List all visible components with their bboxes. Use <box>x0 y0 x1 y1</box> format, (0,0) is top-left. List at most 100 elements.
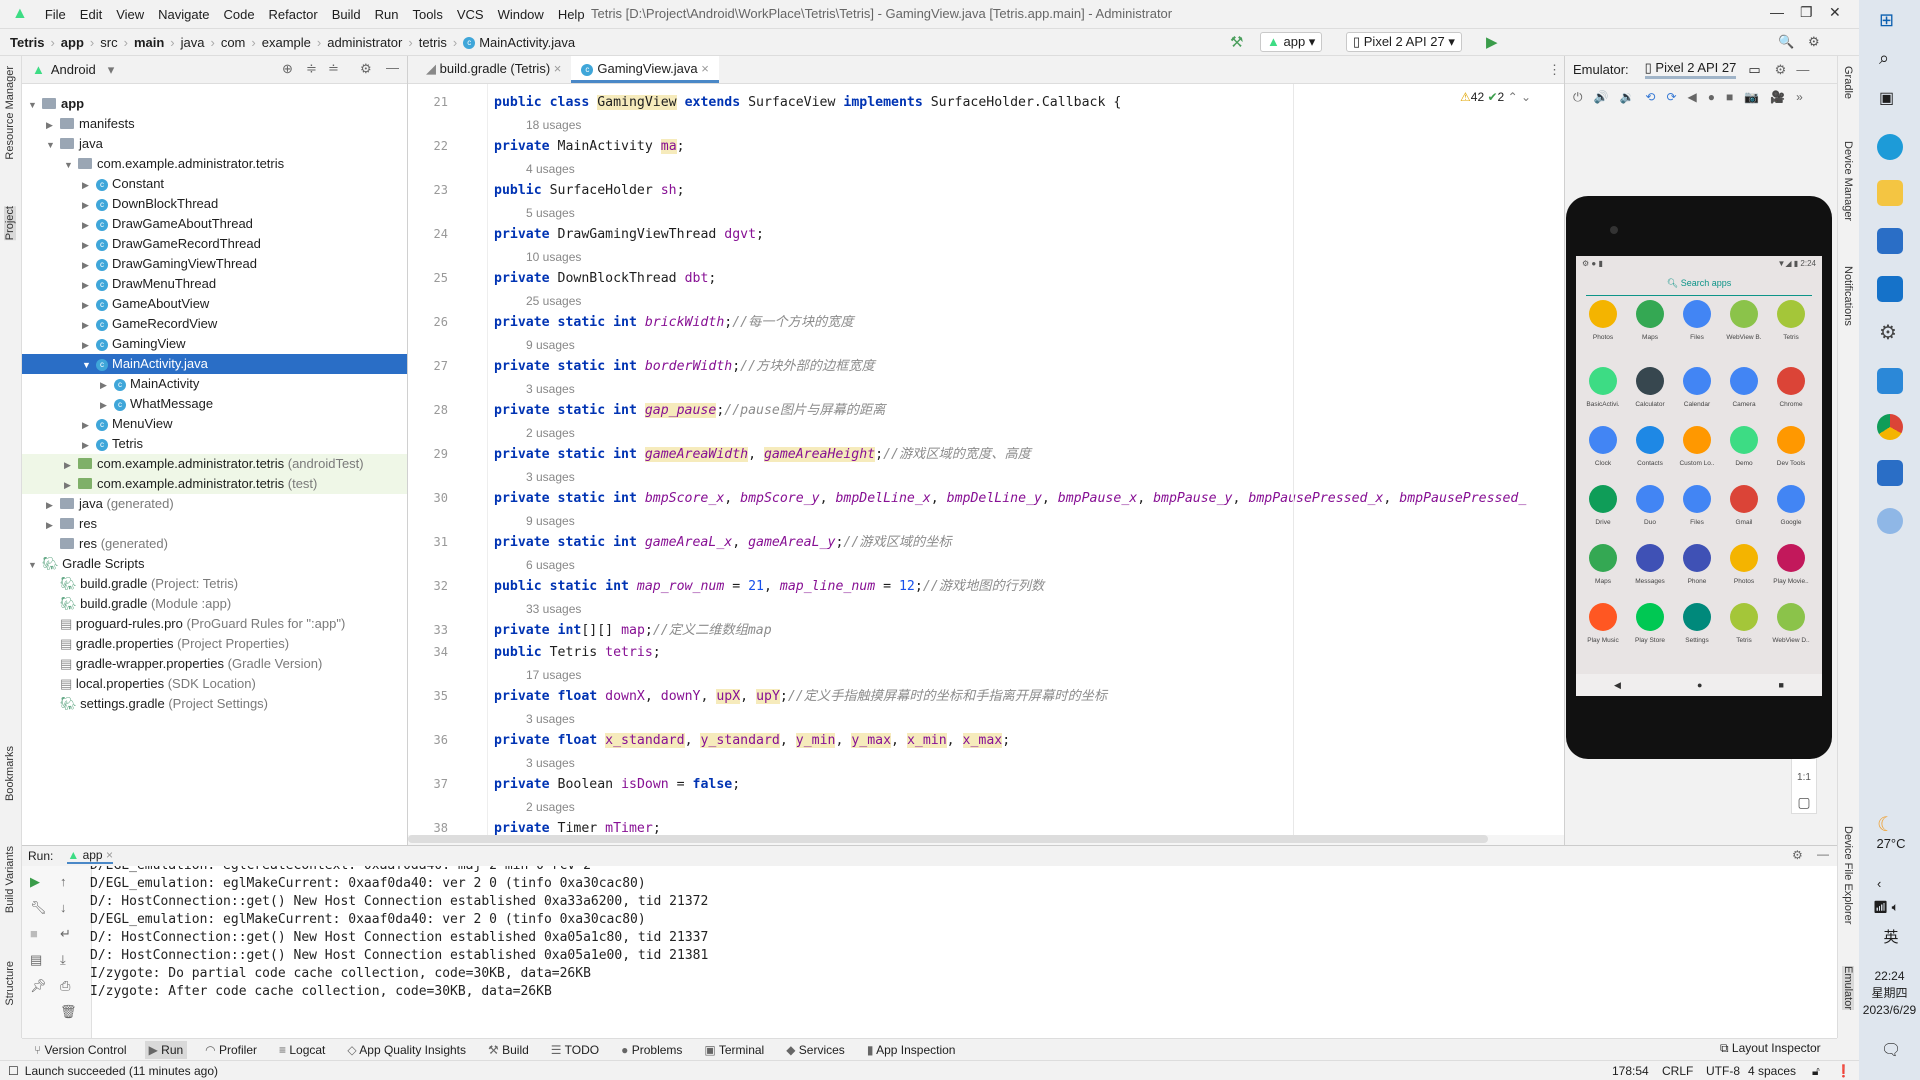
minimize-button[interactable]: — <box>1770 4 1784 20</box>
tree-item[interactable]: ▶ c GameAboutView <box>22 294 407 314</box>
app-icon-custom-lo-[interactable]: Custom Lo.. <box>1674 426 1720 467</box>
chevron-down-icon[interactable]: ▼ <box>28 555 42 575</box>
app-icon-maps[interactable]: Maps <box>1580 544 1626 585</box>
toolwindow-todo[interactable]: ☰ TODO <box>547 1041 603 1059</box>
app-icon-webview-d-[interactable]: WebView D.. <box>1768 603 1814 644</box>
nav-back-icon[interactable]: ◀ <box>1614 680 1621 691</box>
tree-item[interactable]: ▶ com.example.administrator.tetris (andro… <box>22 454 407 474</box>
resource-manager-tab[interactable]: Resource Manager <box>4 66 16 160</box>
more-tabs-icon[interactable]: ⋮ <box>1548 62 1561 78</box>
device-file-explorer-tab[interactable]: Device File Explorer <box>1842 826 1854 924</box>
menu-help[interactable]: Help <box>551 7 592 22</box>
tree-item[interactable]: ▶ c DrawMenuThread <box>22 274 407 294</box>
record-icon[interactable]: 🎥 <box>1770 90 1785 104</box>
usages-hint[interactable]: 3 usages <box>526 466 575 488</box>
settings-gear-icon[interactable]: ⚙ <box>1775 62 1787 78</box>
collapse-all-icon[interactable]: ≐ <box>328 61 339 77</box>
app-icon-demo[interactable]: Demo <box>1721 426 1767 467</box>
code-line[interactable]: private DrawGamingViewThread dgvt; <box>494 224 764 246</box>
home-icon[interactable]: ● <box>1708 90 1715 104</box>
tree-item[interactable]: ▶ c DrawGameRecordThread <box>22 234 407 254</box>
usages-hint[interactable]: 4 usages <box>526 158 575 180</box>
search-apps-bar[interactable]: 🔍︎ Search apps <box>1586 272 1812 296</box>
app-icon-drive[interactable]: Drive <box>1580 485 1626 526</box>
app-icon-clock[interactable]: Clock <box>1580 426 1626 467</box>
back-icon[interactable]: ◀ <box>1688 90 1697 104</box>
android-studio-icon[interactable] <box>1877 508 1903 534</box>
toolwindow-logcat[interactable]: ≡ Logcat <box>275 1041 329 1059</box>
chevron-right-icon[interactable]: ▶ <box>46 115 60 135</box>
usages-hint[interactable]: 9 usages <box>526 510 575 532</box>
edge-browser-icon[interactable] <box>1877 134 1903 160</box>
tree-item[interactable]: ▼ 🐘︎ Gradle Scripts <box>22 554 407 574</box>
usages-hint[interactable]: 10 usages <box>526 246 581 268</box>
store-icon[interactable] <box>1877 228 1903 254</box>
tree-item[interactable]: ▶ res <box>22 514 407 534</box>
app-icon-duo[interactable]: Duo <box>1627 485 1673 526</box>
caret-position[interactable]: 178:54 <box>1612 1064 1649 1078</box>
breadcrumb-item[interactable]: administrator <box>327 35 402 50</box>
hide-panel-icon[interactable]: — <box>386 60 399 75</box>
search-icon[interactable]: ⌕ <box>1879 48 1889 69</box>
tree-item[interactable]: ▼ com.example.administrator.tetris <box>22 154 407 174</box>
notification-center-icon[interactable]: 🗨︎ <box>1881 1040 1901 1060</box>
chrome-icon[interactable] <box>1877 414 1903 440</box>
toolwindow-run[interactable]: ▶ Run <box>144 1040 188 1059</box>
usages-hint[interactable]: 18 usages <box>526 114 581 136</box>
code-line[interactable]: private float downX, downY, upX, upY;//定… <box>494 686 1107 708</box>
rotate-left-icon[interactable]: ⟲ <box>1645 90 1655 104</box>
app-icon-webview-b-[interactable]: WebView B. <box>1721 300 1767 341</box>
toolwindow-app-inspection[interactable]: ▮ App Inspection <box>863 1041 960 1059</box>
build-hammer-icon[interactable]: ⚒ <box>1230 33 1243 51</box>
chevron-right-icon[interactable]: ▶ <box>82 315 96 335</box>
app-icon-contacts[interactable]: Contacts <box>1627 426 1673 467</box>
usages-hint[interactable]: 25 usages <box>526 290 581 312</box>
layout-inspector-button[interactable]: ⧉ Layout Inspector <box>1720 1041 1821 1056</box>
maximize-button[interactable]: ❐ <box>1800 4 1813 21</box>
usages-hint[interactable]: 2 usages <box>526 796 575 818</box>
chevron-right-icon[interactable]: ▶ <box>82 235 96 255</box>
app-icon-basicactivi-[interactable]: BasicActivi. <box>1580 367 1626 408</box>
chevron-right-icon[interactable]: ▶ <box>82 415 96 435</box>
menu-file[interactable]: File <box>38 7 73 22</box>
tree-item[interactable]: ▶ c GamingView <box>22 334 407 354</box>
code-line[interactable]: private static int brickWidth;//每一个方块的宽度 <box>494 312 854 334</box>
clock[interactable]: 22:24 星期四 2023/6/29 <box>1859 968 1920 1019</box>
gradle-tab[interactable]: Gradle <box>1842 66 1854 99</box>
device-dropdown[interactable]: ▯ Pixel 2 API 27 ▾ <box>1346 32 1462 52</box>
weather-temperature[interactable]: 27°C <box>1869 836 1913 851</box>
tree-item[interactable]: res (generated) <box>22 534 407 554</box>
menu-vcs[interactable]: VCS <box>450 7 491 22</box>
task-view-icon[interactable]: ▣ <box>1879 88 1894 108</box>
zoom-reset-button[interactable]: 1:1 <box>1792 765 1816 790</box>
app-icon-camera[interactable]: Camera <box>1721 367 1767 408</box>
code-line[interactable]: public class GamingView extends SurfaceV… <box>494 92 1121 114</box>
tree-item[interactable]: ▤ gradle.properties (Project Properties) <box>22 634 407 654</box>
menu-run[interactable]: Run <box>368 7 406 22</box>
usages-hint[interactable]: 2 usages <box>526 422 575 444</box>
code-line[interactable]: private static int gameAreaWidth, gameAr… <box>494 444 1031 466</box>
chevron-right-icon[interactable]: ▶ <box>82 255 96 275</box>
code-line[interactable]: private MainActivity ma; <box>494 136 685 158</box>
code-line[interactable]: private DownBlockThread dbt; <box>494 268 716 290</box>
close-tab-icon[interactable]: × <box>701 61 709 76</box>
tree-item[interactable]: ▶ manifests <box>22 114 407 134</box>
app-icon-dev-tools[interactable]: Dev Tools <box>1768 426 1814 467</box>
app-icon-tetris[interactable]: Tetris <box>1721 603 1767 644</box>
input-method-indicator[interactable]: 英 <box>1869 926 1913 947</box>
app-icon-photos[interactable]: Photos <box>1721 544 1767 585</box>
hide-panel-icon[interactable]: — <box>1817 847 1829 861</box>
tree-item[interactable]: ▶ com.example.administrator.tetris (test) <box>22 474 407 494</box>
usages-hint[interactable]: 17 usages <box>526 664 581 686</box>
chevron-down-icon[interactable]: ▼ <box>64 155 78 175</box>
chevron-right-icon[interactable]: ▶ <box>82 215 96 235</box>
app-icon-maps[interactable]: Maps <box>1627 300 1673 341</box>
app-icon-play-movie-[interactable]: Play Movie.. <box>1768 544 1814 585</box>
file-encoding[interactable]: UTF-8 <box>1706 1064 1740 1078</box>
usages-hint[interactable]: 6 usages <box>526 554 575 576</box>
search-icon[interactable]: 🔍 <box>1778 34 1794 50</box>
chevron-down-icon[interactable]: ▼ <box>82 355 96 375</box>
tab-build-gradle[interactable]: ◢ build.gradle (Tetris) × <box>416 56 571 83</box>
tree-item[interactable]: ▶ java (generated) <box>22 494 407 514</box>
usages-hint[interactable]: 9 usages <box>526 334 575 356</box>
